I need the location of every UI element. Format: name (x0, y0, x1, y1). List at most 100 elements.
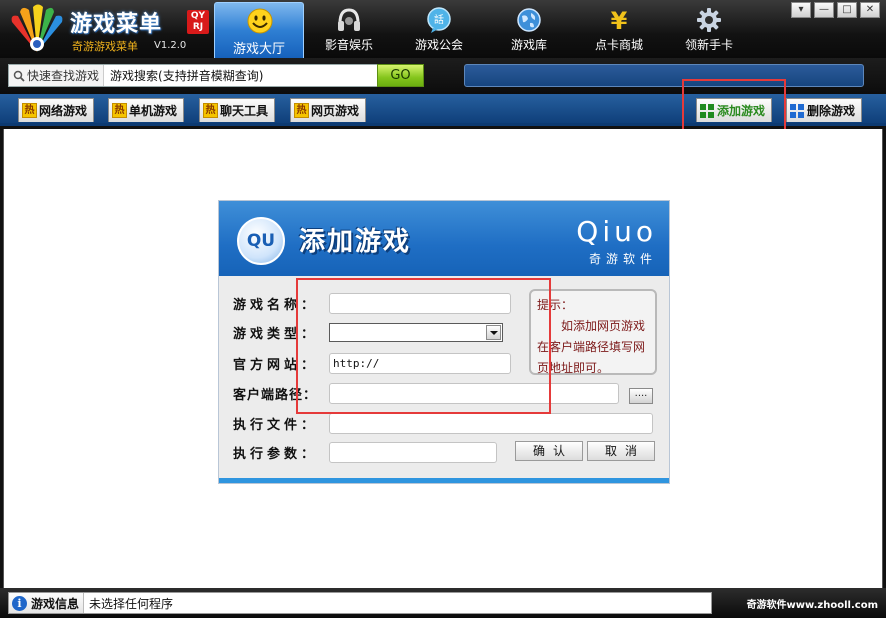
field-label: 官方网站： (233, 357, 319, 373)
status-info-label: 游戏信息 (31, 596, 80, 611)
nav-tab-label: 游戏公会 (414, 38, 463, 52)
gear-icon (697, 8, 721, 32)
svg-text:話: 話 (434, 13, 444, 26)
nav-tab-label: 影音娱乐 (324, 38, 373, 52)
search-icon (13, 70, 25, 82)
tab-web-games[interactable]: 热 网页游戏 (290, 98, 367, 122)
nav-tab-label: 领新手卡 (684, 38, 733, 52)
search-input[interactable] (104, 65, 377, 86)
hot-icon: 热 (112, 103, 127, 118)
svg-text:¥: ¥ (611, 7, 628, 34)
field-label: 游戏类型： (233, 326, 319, 342)
chevron-down-icon[interactable] (486, 324, 501, 340)
field-label: 执行文件： (233, 417, 319, 433)
peacock-fan-icon (11, 4, 63, 53)
nav-tab-game-hall[interactable]: 游戏大厅 (214, 2, 304, 58)
tab-label: 网页游戏 (311, 104, 360, 118)
field-website: 官方网站： (233, 352, 511, 374)
main-content: QU 添加游戏 Qiuo 奇游软件 游戏名称： 游戏类型： 官方网站： http… (3, 129, 883, 588)
dialog-title: 添加游戏 (299, 227, 412, 257)
delete-game-label: 删除游戏 (807, 104, 856, 118)
cancel-button[interactable]: 取消 (587, 441, 655, 461)
headphones-icon (338, 8, 360, 31)
grid-icon (700, 103, 714, 118)
chat-bubble-icon: 話 (427, 7, 451, 33)
search-prefix-label: 快速查找游戏 (27, 69, 100, 83)
dialog-banner: QU 添加游戏 Qiuo 奇游软件 (219, 201, 669, 276)
tab-single-games[interactable]: 热 单机游戏 (108, 98, 185, 122)
nav-tab-label: 游戏大厅 (232, 42, 285, 57)
app-logo: 游戏菜单 QY RJ 奇游游戏菜单 V1.2.0 (4, 2, 212, 56)
add-game-dialog: QU 添加游戏 Qiuo 奇游软件 游戏名称： 游戏类型： 官方网站： http… (218, 200, 670, 484)
confirm-button[interactable]: 确认 (515, 441, 583, 461)
field-label: 游戏名称： (233, 297, 319, 313)
hot-icon: 热 (203, 103, 218, 118)
hot-icon: 热 (22, 103, 37, 118)
go-button[interactable]: GO (377, 64, 424, 87)
exec-params-input[interactable] (329, 441, 497, 463)
nav-tab-card-shop[interactable]: ¥ 点卡商城 (574, 2, 664, 56)
close-button[interactable]: ✕ (860, 2, 880, 18)
hint-text: 如添加网页游戏在客户端路径填写网页地址即可。 (537, 319, 646, 375)
tab-label: 网络游戏 (39, 104, 88, 118)
status-brand: 奇游软件www.zhooll.com (746, 600, 878, 611)
add-game-label: 添加游戏 (717, 104, 766, 118)
minimize-button[interactable]: — (814, 2, 834, 18)
game-name-input[interactable] (329, 292, 511, 314)
window-controls: ▾ — □ ✕ (791, 2, 880, 18)
nav-tab-label: 点卡商城 (594, 38, 643, 52)
yen-icon: ¥ (611, 7, 628, 34)
field-client-path: 客户端路径： (233, 382, 619, 404)
status-bar: i 游戏信息 未选择任何程序 奇游软件www.zhooll.com (0, 588, 886, 618)
client-path-input[interactable] (329, 382, 619, 404)
search-bar: 快速查找游戏 GO (0, 58, 886, 94)
globe-icon (517, 8, 541, 32)
browse-button[interactable]: .... (629, 388, 653, 404)
logo-subtitle: 奇游游戏菜单 (72, 40, 138, 53)
exec-file-input[interactable] (329, 412, 653, 434)
status-info-tag: i 游戏信息 (9, 593, 85, 613)
game-type-select[interactable] (329, 322, 503, 342)
website-input[interactable] (329, 352, 511, 374)
hot-icon: 热 (294, 103, 309, 118)
dialog-bottom-bar (219, 478, 669, 483)
nav-tab-guild[interactable]: 話 游戏公会 (394, 2, 484, 56)
nav-tab-library[interactable]: 游戏库 (484, 2, 574, 56)
dialog-brand-subtitle: 奇游软件 (588, 252, 657, 266)
tab-label: 单机游戏 (129, 104, 178, 118)
tab-online-games[interactable]: 热 网络游戏 (18, 98, 95, 122)
grid-icon (790, 103, 804, 118)
search-box: 快速查找游戏 (8, 64, 378, 87)
category-bar: 热 网络游戏 热 单机游戏 热 聊天工具 热 网页游戏 添加游戏 删除游戏 (0, 94, 886, 126)
logo-title: 游戏菜单 (70, 12, 163, 37)
hint-box: 提示： 如添加网页游戏在客户端路径填写网页地址即可。 (529, 289, 657, 375)
delete-game-button[interactable]: 删除游戏 (786, 98, 863, 122)
info-icon: i (12, 595, 27, 611)
field-game-type: 游戏类型： (233, 321, 503, 343)
nav-tab-newbie-card[interactable]: 领新手卡 (664, 2, 754, 56)
info-field (464, 64, 864, 87)
top-header: 游戏菜单 QY RJ 奇游游戏菜单 V1.2.0 游戏大厅 影音娱乐 話 游戏公… (0, 0, 886, 58)
hint-title: 提示： (537, 298, 574, 312)
add-game-button[interactable]: 添加游戏 (696, 98, 773, 122)
field-exec-params: 执行参数： (233, 441, 497, 463)
version-label: V1.2.0 (154, 40, 187, 51)
status-info: i 游戏信息 未选择任何程序 (8, 592, 712, 614)
app-window: 游戏菜单 QY RJ 奇游游戏菜单 V1.2.0 游戏大厅 影音娱乐 話 游戏公… (0, 0, 886, 618)
nav-tab-media[interactable]: 影音娱乐 (304, 2, 394, 56)
smiley-icon (247, 8, 273, 34)
nav-tab-label: 游戏库 (510, 38, 547, 52)
dialog-brand: Qiuo (576, 215, 657, 248)
dialog-logo: QU (237, 217, 285, 265)
window-menu-button[interactable]: ▾ (791, 2, 811, 18)
field-game-name: 游戏名称： (233, 292, 511, 314)
field-exec-file: 执行文件： (233, 412, 653, 434)
tab-label: 聊天工具 (220, 104, 269, 118)
main-nav: 游戏大厅 影音娱乐 話 游戏公会 游戏库 ¥ 点卡商城 领新手卡 (214, 2, 754, 58)
status-message: 未选择任何程序 (89, 596, 174, 611)
tab-chat-tools[interactable]: 热 聊天工具 (199, 98, 276, 122)
logo-badge: QY RJ (187, 10, 209, 34)
maximize-button[interactable]: □ (837, 2, 857, 18)
field-label: 客户端路径： (233, 387, 318, 403)
search-prefix[interactable]: 快速查找游戏 (9, 65, 105, 86)
